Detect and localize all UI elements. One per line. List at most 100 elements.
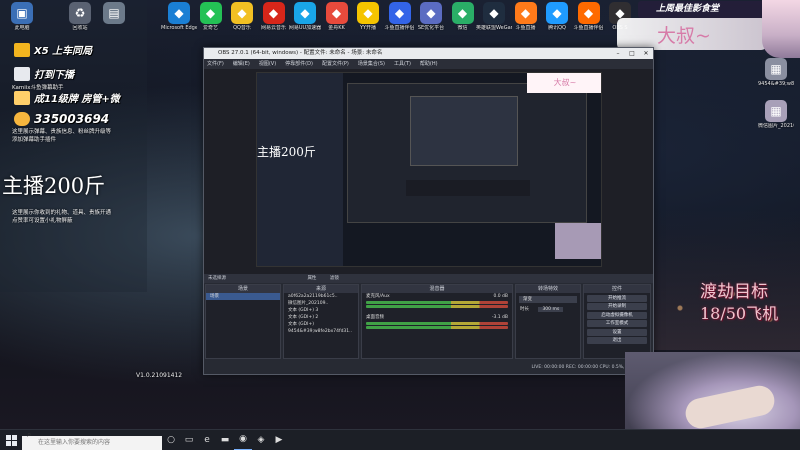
preview-nested-obs xyxy=(347,83,587,223)
virtual-camera-button[interactable]: 启动虚拟摄像机 xyxy=(587,311,647,319)
obs-menu-item[interactable]: 文件(F) xyxy=(207,59,224,69)
obs-status-bar: LIVE: 00:00:00 REC: 00:00:00 CPU: 0.5%, … xyxy=(531,365,647,370)
props-button[interactable]: 属性 xyxy=(307,276,316,281)
douyu-icon: ◆ xyxy=(514,2,537,24)
sources-dock: 来源 a0f62a2a2119b61c5.. 微信图片_202109.. 文本 … xyxy=(283,284,359,359)
image-file-icon: ▦ xyxy=(765,100,787,122)
obs-menu-item[interactable]: 视图(V) xyxy=(259,59,276,69)
list-icon xyxy=(14,66,30,81)
obs-menu-bar: 文件(F) 编辑(E) 视图(V) 停靠部件(D) 配置文件(P) 场景集合(S) 工具(T… xyxy=(204,59,653,69)
source-item[interactable]: a0f62a2a2119b61c5.. xyxy=(284,293,358,300)
exit-button[interactable]: 退出 xyxy=(587,337,647,344)
filters-button[interactable]: 滤镜 xyxy=(330,276,339,281)
preview-left-overlay xyxy=(257,73,343,266)
scenes-dock: 场景 场景 xyxy=(205,284,281,359)
qq-group-icon xyxy=(14,112,30,126)
se-icon: ◆ xyxy=(420,2,442,24)
settings-button[interactable]: 设置 xyxy=(587,328,647,336)
minimize-icon[interactable]: – xyxy=(611,48,625,59)
anime-avatar xyxy=(762,0,800,58)
source-item[interactable]: 文本 (GDI+) xyxy=(284,321,358,328)
controls-dock-title: 控件 xyxy=(584,285,650,293)
edge-icon: ◆ xyxy=(168,2,190,24)
obs-menu-item[interactable]: 配置文件(P) xyxy=(322,59,349,69)
overlay-row-4: 335003694 xyxy=(14,112,109,126)
douyu-companion-icon: ◆ xyxy=(577,2,600,24)
obs-title-bar[interactable]: OBS 27.0.1 (64-bit, windows) - 配置文件: 未命名… xyxy=(204,48,653,59)
desktop-icon-image-1[interactable]: ▦ 9454&#39;w8fe... xyxy=(758,58,794,87)
folder-taskbar-icon[interactable]: ▬ xyxy=(216,430,234,450)
media-taskbar-icon[interactable]: ▶ xyxy=(270,430,288,450)
overlay-row-3: 成11级牌 房管+微 xyxy=(14,90,120,105)
studio-mode-button[interactable]: 工作室模式 xyxy=(587,320,647,327)
preview-nested-mixer xyxy=(406,180,530,196)
desktop-icon-image-2[interactable]: ▦ 微信图片_2021090... xyxy=(758,100,794,129)
nick-banner: 大叔~ xyxy=(617,18,767,50)
badge-icon xyxy=(14,90,30,105)
douyu-taskbar-icon[interactable]: ◈ xyxy=(252,430,270,450)
start-streaming-button[interactable]: 开始推流 xyxy=(587,294,647,302)
yy-icon: ◆ xyxy=(357,2,379,24)
preview-webcam xyxy=(555,223,601,259)
desktop-icon-recycle-bin[interactable]: ♻ 回收站 xyxy=(62,2,98,31)
iqiyi-icon: ◆ xyxy=(199,2,222,24)
mixer-channel-2: 桌面音频 -3.1 dB xyxy=(366,315,508,320)
mixer-dock: 混音器 麦克风/Aux 0.0 dB 桌面音频 -3.1 dB xyxy=(361,284,513,359)
webcam-subject xyxy=(682,382,778,432)
overlay-row-1: X5 上车同局 xyxy=(14,42,92,57)
desktop-icon-computer[interactable]: ▣ 此电脑 xyxy=(4,2,40,31)
edge-taskbar-icon[interactable]: e xyxy=(198,430,216,450)
overlay-row-2: 打到下播 xyxy=(14,66,74,81)
kk-icon: ◆ xyxy=(325,2,348,24)
controls-dock: 控件 开始推流 开始录制 启动虚拟摄像机 工作室模式 设置 退出 xyxy=(583,284,651,359)
mixer-dock-title: 混音器 xyxy=(362,285,512,293)
obs-docks: 未选择源 属性 滤镜 场景 场景 来源 a0f62a2a2119b61c5.. … xyxy=(204,274,653,374)
obs-menu-item[interactable]: 工具(T) xyxy=(394,59,411,69)
obs-window[interactable]: OBS 27.0.1 (64-bit, windows) - 配置文件: 未命名… xyxy=(203,47,654,375)
start-recording-button[interactable]: 开始录制 xyxy=(587,303,647,310)
source-item[interactable]: 9454&#39;w8fe2bx74fd31.. xyxy=(284,328,358,335)
gift-hint: 这里展示你收到的礼物、道具、贵族开通 点赞率可设置小礼物屏蔽 xyxy=(12,210,112,224)
maximize-icon[interactable]: □ xyxy=(625,48,639,59)
danmaku-hint: 这里展示弹幕、贵族信息、粉丝牌升级等 添加弹幕助手插件 xyxy=(12,129,112,143)
qqmusic-icon: ◆ xyxy=(231,2,253,24)
taskbar-search-input[interactable] xyxy=(22,436,162,450)
douyu-companion-icon: ◆ xyxy=(388,2,411,24)
close-icon[interactable]: ✕ xyxy=(639,48,653,59)
obs-menu-item[interactable]: 编辑(E) xyxy=(233,59,250,69)
preview-big-text: 主播200斤 xyxy=(257,145,316,159)
qq-icon: ◆ xyxy=(546,2,568,24)
app-icon: ▤ xyxy=(103,2,125,24)
task-view-icon[interactable]: ▭ xyxy=(180,430,198,450)
audio-meter xyxy=(366,305,508,308)
source-item[interactable]: 微信图片_202109.. xyxy=(284,300,358,307)
transition-duration: 时长 300 ms xyxy=(516,306,580,313)
search-icon: ⌕ xyxy=(27,430,32,439)
nick-text: 大叔~ xyxy=(657,25,711,47)
obs-menu-item[interactable]: 场景集合(S) xyxy=(358,59,385,69)
desktop-icon-app[interactable]: ▤ xyxy=(96,2,132,24)
obs-taskbar-icon[interactable]: ◉ xyxy=(234,430,252,450)
netease-music-icon: ◆ xyxy=(262,2,285,24)
image-file-icon: ▦ xyxy=(765,58,787,80)
duration-input[interactable]: 300 ms xyxy=(538,307,564,312)
source-item[interactable]: 文本 (GDI+) 3 xyxy=(284,307,358,314)
obs-menu-item[interactable]: 停靠部件(D) xyxy=(285,59,313,69)
start-button[interactable] xyxy=(0,430,22,450)
uu-icon: ◆ xyxy=(294,2,316,24)
audio-meter xyxy=(366,322,508,325)
obs-preview[interactable]: 主播200斤 大叔~ xyxy=(256,72,602,267)
lol-icon: ◆ xyxy=(483,2,505,24)
obs-title: OBS 27.0.1 (64-bit, windows) - 配置文件: 未命名… xyxy=(218,50,383,56)
goal-text-1: 渡劫目标 xyxy=(700,282,768,302)
obs-menu-item[interactable]: 帮助(H) xyxy=(420,59,438,69)
transition-select[interactable]: 渐变 xyxy=(519,296,577,303)
sources-dock-title: 来源 xyxy=(284,285,358,293)
scene-item[interactable]: 场景 xyxy=(206,293,280,300)
taskbar: ⌕ ○ ▭ e ▬ ◉ ◈ ▶ xyxy=(0,429,800,450)
source-item[interactable]: 文本 (GDI+) 2 xyxy=(284,314,358,321)
wechat-icon: ◆ xyxy=(451,2,474,24)
recycle-bin-icon: ♻ xyxy=(69,2,91,24)
cortana-icon[interactable]: ○ xyxy=(162,430,180,450)
transitions-dock: 转场特效 渐变 时长 300 ms xyxy=(515,284,581,359)
